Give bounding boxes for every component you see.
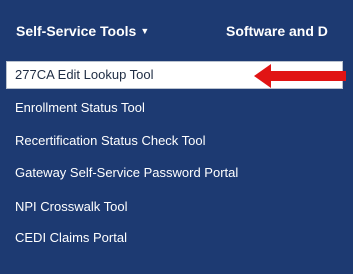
top-navbar: Self-Service Tools ▼ Software and D: [0, 0, 353, 58]
menu-item-cedi-claims-portal[interactable]: CEDI Claims Portal: [0, 224, 353, 252]
software-menu[interactable]: Software and D: [226, 23, 328, 39]
menu-item-label: NPI Crosswalk Tool: [15, 199, 128, 214]
red-arrow-icon: [254, 64, 346, 88]
menu-item-label: 277CA Edit Lookup Tool: [15, 67, 154, 82]
screenshot-frame: Self-Service Tools ▼ Software and D 277CA…: [0, 0, 353, 274]
self-service-tools-menu[interactable]: Self-Service Tools ▼: [16, 23, 149, 39]
menu-item-label: CEDI Claims Portal: [15, 230, 127, 245]
menu-item-label: Enrollment Status Tool: [15, 100, 145, 115]
menu-item-label: Recertification Status Check Tool: [15, 133, 206, 148]
menu-item-npi-crosswalk-tool[interactable]: NPI Crosswalk Tool: [0, 193, 353, 221]
menu-item-gateway-self-service-password-portal[interactable]: Gateway Self-Service Password Portal: [0, 159, 353, 187]
menu-item-label: Gateway Self-Service Password Portal: [15, 165, 239, 180]
menu-item-recertification-status-check-tool[interactable]: Recertification Status Check Tool: [0, 127, 353, 155]
caret-down-icon: ▼: [140, 26, 150, 36]
menu-item-enrollment-status-tool[interactable]: Enrollment Status Tool: [0, 94, 353, 122]
software-menu-label: Software and D: [226, 23, 328, 39]
self-service-tools-label: Self-Service Tools: [16, 23, 137, 39]
self-service-tools-dropdown: 277CA Edit Lookup Tool Enrollment Status…: [0, 58, 353, 274]
